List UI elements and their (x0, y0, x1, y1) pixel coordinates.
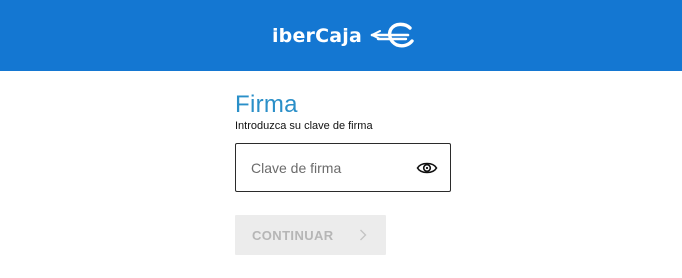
eye-icon[interactable] (416, 158, 438, 178)
signature-key-input[interactable] (236, 144, 411, 191)
page-title: Firma (235, 91, 298, 118)
continue-button[interactable]: CONTINUAR (235, 215, 386, 255)
page-subtitle: Introduzca su clave de firma (235, 120, 373, 132)
chevron-right-icon (360, 229, 367, 241)
ibercaja-logo-icon (370, 22, 414, 47)
continue-button-label: CONTINUAR (252, 227, 334, 243)
header-bar: iberCaja (0, 0, 682, 71)
signature-key-field (235, 143, 451, 192)
brand-name: iberCaja (271, 24, 363, 47)
brand: iberCaja (272, 22, 418, 50)
